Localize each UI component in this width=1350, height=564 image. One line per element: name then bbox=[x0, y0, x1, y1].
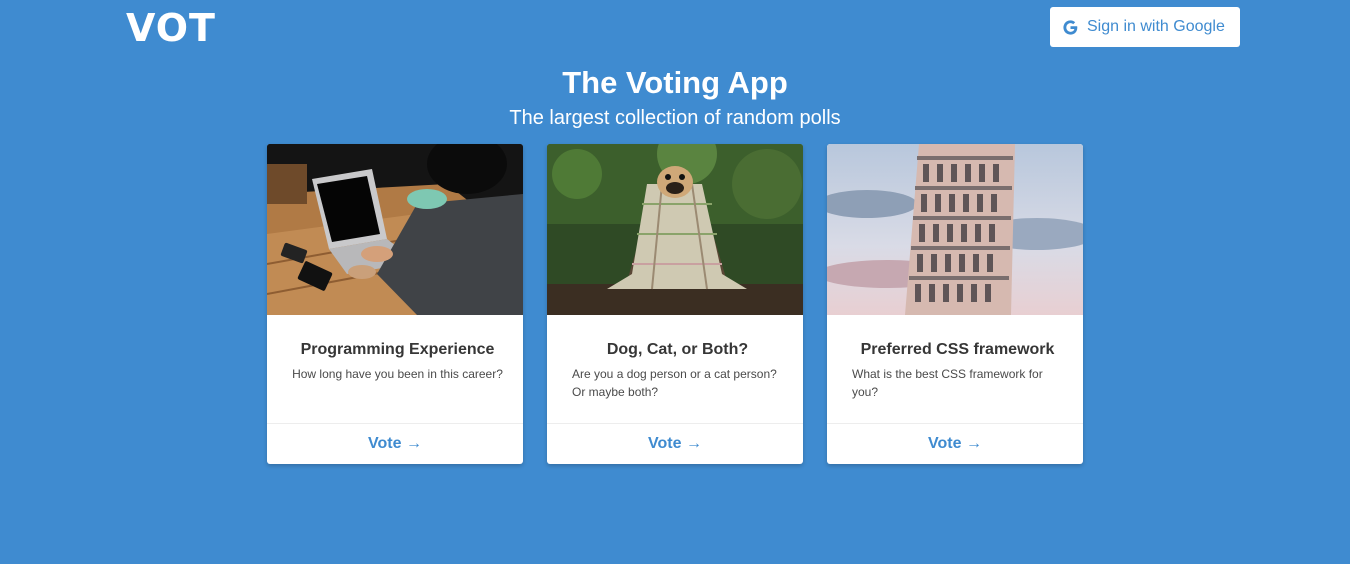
leaning-tower-photo bbox=[827, 144, 1083, 315]
page: VOT Sign in with Google The Voting App T… bbox=[0, 0, 1350, 564]
laptop-photo bbox=[267, 144, 523, 315]
google-icon bbox=[1063, 19, 1078, 35]
poll-body: Preferred CSS framework What is the best… bbox=[827, 315, 1083, 423]
poll-body: Programming Experience How long have you… bbox=[267, 315, 523, 423]
poll-list: Programming Experience How long have you… bbox=[267, 144, 1083, 464]
page-subtitle: The largest collection of random polls bbox=[509, 107, 841, 129]
poll-card[interactable]: Dog, Cat, or Both? Are you a dog person … bbox=[547, 144, 803, 464]
poll-title: Preferred CSS framework bbox=[860, 341, 1055, 358]
poll-card[interactable]: Programming Experience How long have you… bbox=[267, 144, 523, 464]
vote-link[interactable]: Vote → bbox=[267, 423, 523, 464]
vote-link[interactable]: Vote → bbox=[547, 423, 803, 464]
poll-title: Programming Experience bbox=[300, 341, 495, 358]
poll-body: Dog, Cat, or Both? Are you a dog person … bbox=[547, 315, 803, 423]
page-title: The Voting App bbox=[562, 65, 788, 100]
sign-in-label: Sign in with Google bbox=[1087, 18, 1225, 35]
pug-in-blanket-photo bbox=[547, 144, 803, 315]
poll-description: What is the best CSS framework for you? bbox=[852, 367, 1043, 399]
poll-card[interactable]: Preferred CSS framework What is the best… bbox=[827, 144, 1083, 464]
poll-title: Dog, Cat, or Both? bbox=[606, 341, 749, 358]
poll-description: How long have you been in this career? bbox=[292, 367, 503, 381]
vote-link[interactable]: Vote → bbox=[827, 423, 1083, 464]
poll-description: Are you a dog person or a cat person? Or… bbox=[572, 367, 777, 399]
logo[interactable]: VOT bbox=[126, 6, 216, 50]
sign-in-google-button[interactable]: Sign in with Google bbox=[1050, 7, 1240, 47]
